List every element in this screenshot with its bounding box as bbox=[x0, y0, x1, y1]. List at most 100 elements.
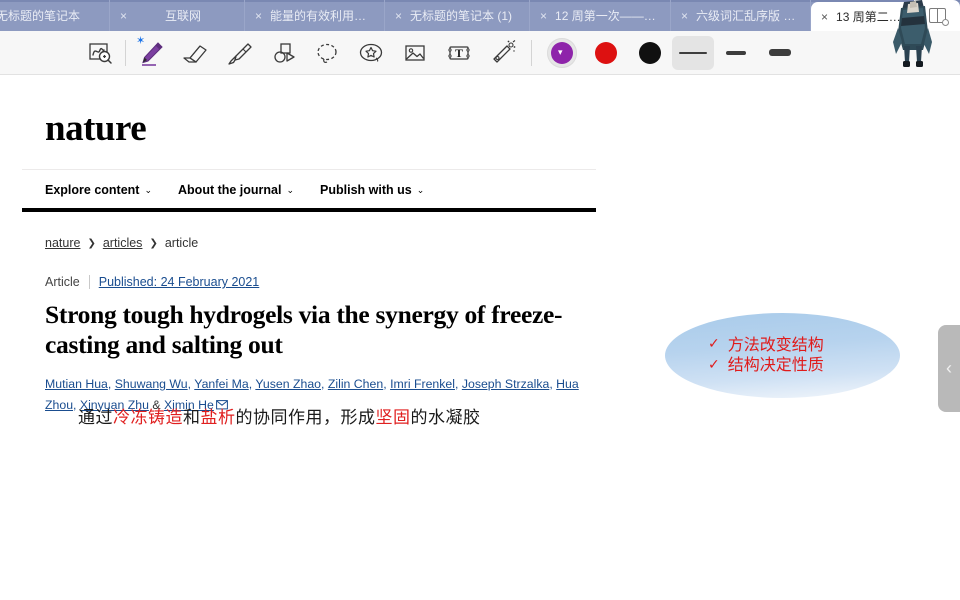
note-segment-highlight: 冷冻铸造 bbox=[113, 408, 183, 428]
breadcrumb: nature ❯ articles ❯ article bbox=[22, 212, 596, 250]
pen-tool-button[interactable]: ✶ bbox=[129, 33, 173, 73]
check-icon: ✓ bbox=[708, 356, 720, 373]
chevron-down-icon: ⌄ bbox=[286, 184, 295, 195]
chevron-left-icon: ‹ bbox=[946, 358, 952, 378]
inline-chinese-annotation: 通过冷冻铸造和盐析的协同作用，形成坚固的水凝胶 bbox=[78, 403, 481, 428]
callout-line: ✓ 方法改变结构 bbox=[708, 335, 824, 355]
purple-swatch: ▾ bbox=[551, 41, 573, 64]
stroke-thin-button[interactable] bbox=[672, 35, 714, 70]
tab-item-active[interactable]: × 13 周第二次… bbox=[811, 2, 923, 31]
magic-tool-button[interactable] bbox=[481, 33, 525, 73]
note-segment: 的水凝胶 bbox=[410, 408, 481, 428]
note-canvas[interactable]: nature Explore content ⌄ About the journ… bbox=[0, 75, 960, 600]
tab-close-icon[interactable]: × bbox=[120, 10, 127, 22]
highlighter-icon bbox=[228, 42, 252, 65]
tab-label: 无标题的笔记本 (1) bbox=[410, 9, 513, 23]
tab-close-icon[interactable]: × bbox=[681, 10, 688, 22]
tab-close-icon[interactable]: × bbox=[395, 10, 402, 22]
ellipse-callout-text: ✓ 方法改变结构 ✓ 结构决定性质 bbox=[708, 335, 824, 376]
note-segment: 和 bbox=[183, 408, 201, 428]
article-type-label: Article bbox=[45, 275, 80, 289]
eraser-icon bbox=[183, 44, 207, 63]
svg-text:T: T bbox=[455, 46, 463, 60]
stroke-medium-button[interactable] bbox=[714, 33, 758, 73]
nature-nav-wrapper: Explore content ⌄ About the journal ⌄ Pu… bbox=[22, 169, 596, 212]
stroke-thick-button[interactable] bbox=[758, 33, 802, 73]
note-segment: 的协同作用，形成 bbox=[235, 408, 376, 428]
tab-item[interactable]: × 能量的有效利用：… bbox=[245, 0, 385, 31]
author-link[interactable]: Shuwang Wu bbox=[115, 377, 188, 391]
purple-color-button[interactable]: ▾ bbox=[540, 33, 584, 73]
text-box-icon: T bbox=[448, 46, 470, 60]
tab-label: 互联网 bbox=[165, 9, 202, 23]
tab-item[interactable]: × 互联网 bbox=[110, 0, 245, 31]
collapse-panel-handle[interactable]: ‹ bbox=[938, 325, 960, 412]
nav-explore-content[interactable]: Explore content ⌄ bbox=[45, 183, 152, 197]
lasso-zoom-tool-button[interactable] bbox=[78, 33, 122, 73]
tab-item[interactable]: × 无标题的笔记本 (1) bbox=[385, 0, 530, 31]
stroke-medium-icon bbox=[726, 50, 746, 55]
nav-label: About the journal bbox=[178, 183, 282, 197]
note-segment-highlight: 坚固 bbox=[375, 408, 411, 428]
tab-label: 12 周第一次——自… bbox=[555, 9, 658, 23]
app-window: 无标题的笔记本 × 互联网 × 能量的有效利用：… × 无标题的笔记本 (1) … bbox=[0, 0, 960, 600]
article-meta: Article Published: 24 February 2021 bbox=[22, 250, 596, 289]
breadcrumb-item-nature[interactable]: nature bbox=[45, 236, 80, 250]
tab-close-icon[interactable]: × bbox=[540, 10, 547, 22]
nature-logo: nature bbox=[45, 108, 147, 149]
eraser-tool-button[interactable] bbox=[173, 33, 217, 73]
tab-item[interactable]: 无标题的笔记本 bbox=[0, 0, 110, 31]
breadcrumb-item-article: article bbox=[164, 236, 199, 250]
annotation-toolbar: ✶ T ▾ bbox=[0, 31, 960, 75]
text-tool-button[interactable]: T bbox=[437, 33, 481, 73]
breadcrumb-item-articles[interactable]: articles bbox=[103, 236, 143, 250]
browser-tab-bar: 无标题的笔记本 × 互联网 × 能量的有效利用：… × 无标题的笔记本 (1) … bbox=[0, 0, 960, 31]
tab-label: 13 周第二次… bbox=[836, 10, 910, 24]
chevron-down-icon: ⌄ bbox=[416, 184, 425, 195]
split-view-button[interactable] bbox=[914, 0, 960, 31]
note-segment: 通过 bbox=[78, 408, 113, 428]
image-icon bbox=[405, 44, 425, 61]
tab-label: 六级词汇乱序版 b… bbox=[696, 9, 798, 23]
published-date-link[interactable]: Published: 24 February 2021 bbox=[99, 275, 260, 289]
bluetooth-icon: ✶ bbox=[136, 34, 146, 47]
lasso-zoom-icon bbox=[89, 42, 112, 64]
author-link[interactable]: Yusen Zhao bbox=[255, 377, 321, 391]
star-sticker-icon bbox=[359, 43, 383, 62]
author-link[interactable]: Yanfei Ma bbox=[194, 377, 248, 391]
check-icon: ✓ bbox=[708, 336, 720, 353]
lasso-select-tool-button[interactable] bbox=[305, 33, 349, 73]
sticker-tool-button[interactable] bbox=[349, 33, 393, 73]
magic-wand-icon bbox=[493, 39, 516, 63]
tab-label: 能量的有效利用：… bbox=[270, 9, 372, 23]
red-swatch bbox=[595, 41, 617, 64]
tab-close-icon[interactable]: × bbox=[255, 10, 262, 22]
nature-article-clipping: nature Explore content ⌄ About the journ… bbox=[22, 88, 596, 417]
nav-about-the-journal[interactable]: About the journal ⌄ bbox=[178, 183, 294, 197]
tab-item[interactable]: × 12 周第一次——自… bbox=[530, 0, 671, 31]
shape-tool-button[interactable] bbox=[261, 33, 305, 73]
chevron-down-icon: ▾ bbox=[558, 46, 563, 57]
stroke-thin-icon bbox=[679, 51, 707, 54]
callout-line-text: 结构决定性质 bbox=[727, 355, 824, 375]
nav-publish-with-us[interactable]: Publish with us ⌄ bbox=[320, 183, 424, 197]
highlighter-tool-button[interactable] bbox=[217, 33, 261, 73]
black-color-button[interactable] bbox=[628, 33, 672, 73]
author-link[interactable]: Imri Frenkel bbox=[390, 377, 455, 391]
shapes-icon bbox=[274, 42, 295, 63]
toolbar-divider-2 bbox=[531, 39, 532, 66]
lasso-select-icon bbox=[317, 43, 337, 63]
callout-line: ✓ 结构决定性质 bbox=[708, 355, 824, 375]
red-color-button[interactable] bbox=[584, 33, 628, 73]
author-link[interactable]: Mutian Hua bbox=[45, 377, 108, 391]
tab-close-icon[interactable]: × bbox=[821, 11, 828, 23]
chevron-down-icon: ⌄ bbox=[144, 184, 153, 195]
split-view-icon bbox=[928, 8, 949, 26]
nav-label: Publish with us bbox=[320, 183, 412, 197]
image-tool-button[interactable] bbox=[393, 33, 437, 73]
purple-swatch-ring: ▾ bbox=[547, 37, 577, 68]
author-link[interactable]: Zilin Chen bbox=[328, 377, 383, 391]
tab-item[interactable]: × 六级词汇乱序版 b… bbox=[671, 0, 811, 31]
author-link[interactable]: Joseph Strzalka bbox=[462, 377, 550, 391]
breadcrumb-separator: ❯ bbox=[149, 237, 158, 249]
